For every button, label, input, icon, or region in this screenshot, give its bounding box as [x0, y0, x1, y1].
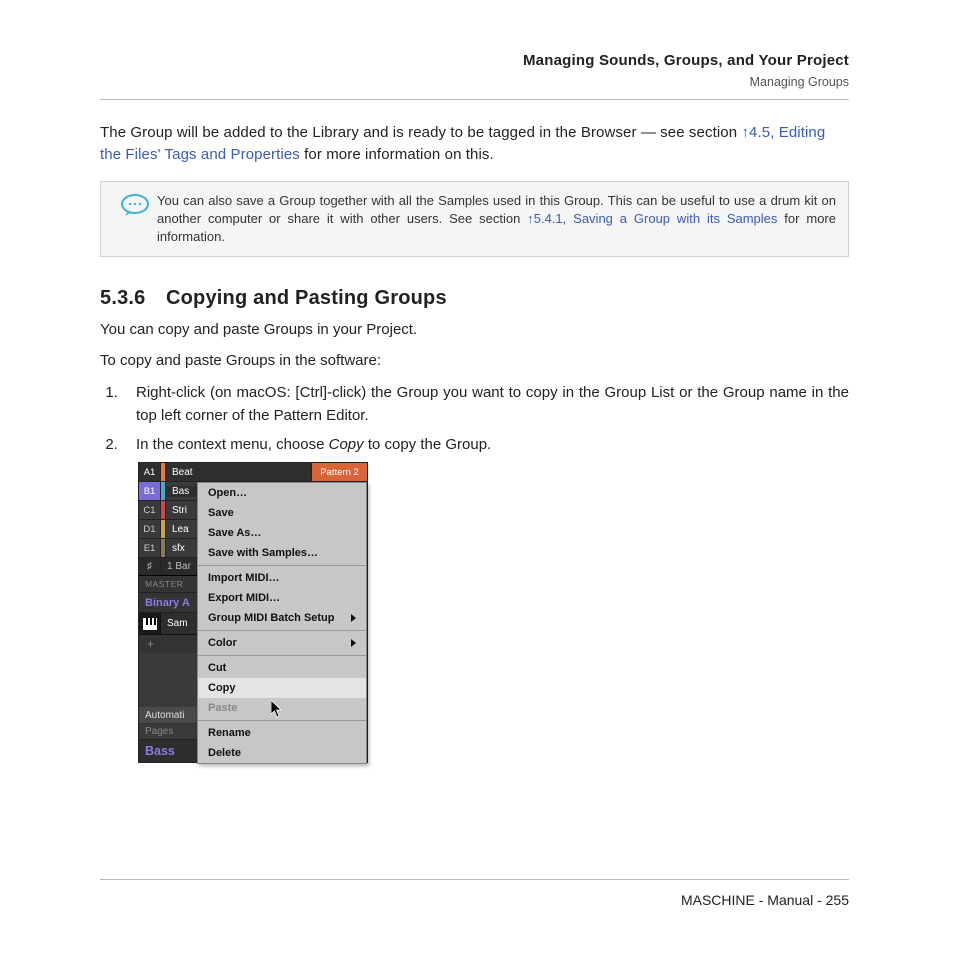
context-menu: Open…SaveSave As…Save with Samples… Impor…: [197, 482, 367, 764]
grid-icon: ♯: [139, 561, 161, 572]
section-number: 5.3.6: [100, 287, 166, 310]
section-heading: 5.3.6 Copying and Pasting Groups: [100, 287, 849, 310]
cursor-icon: [271, 700, 285, 721]
menu-item-color[interactable]: Color: [198, 633, 366, 653]
body-paragraph: To copy and paste Groups in the software…: [100, 349, 849, 372]
menu-item-copy[interactable]: Copy: [198, 678, 366, 698]
body-paragraph: You can copy and paste Groups in your Pr…: [100, 318, 849, 341]
menu-separator: [198, 630, 366, 631]
menu-item-import-midi[interactable]: Import MIDI…: [198, 568, 366, 588]
callout-text: You can also save a Group together with …: [157, 192, 836, 247]
menu-item-open[interactable]: Open…: [198, 483, 366, 503]
intro-paragraph: The Group will be added to the Library a…: [100, 122, 849, 166]
menu-item-rename[interactable]: Rename: [198, 723, 366, 743]
menu-item-save-with-samples[interactable]: Save with Samples…: [198, 543, 366, 563]
page-header: Managing Sounds, Groups, and Your Projec…: [100, 52, 849, 100]
group-row: A1 Beat Pattern 2: [139, 463, 367, 482]
link-saving-samples[interactable]: ↑5.4.1, Saving a Group with its Samples: [527, 211, 777, 226]
submenu-arrow-icon: [351, 639, 356, 647]
menu-separator: [198, 655, 366, 656]
menu-item-save-as[interactable]: Save As…: [198, 523, 366, 543]
software-screenshot: A1 Beat Pattern 2 B1 Bas C1 Stri D1 Lea …: [138, 462, 368, 763]
submenu-arrow-icon: [351, 614, 356, 622]
tip-callout: You can also save a Group together with …: [100, 181, 849, 258]
page-footer: MASCHINE - Manual - 255: [100, 879, 849, 908]
list-item: Right-click (on macOS: [Ctrl]-click) the…: [122, 381, 849, 428]
menu-item-group-midi-batch-setup[interactable]: Group MIDI Batch Setup: [198, 608, 366, 628]
piano-keys-icon: [139, 613, 161, 634]
menu-item-export-midi[interactable]: Export MIDI…: [198, 588, 366, 608]
section-subtitle: Managing Groups: [100, 75, 849, 89]
menu-separator: [198, 565, 366, 566]
menu-item-delete[interactable]: Delete: [198, 743, 366, 763]
speech-bubble-icon: [113, 192, 157, 218]
section-title: Copying and Pasting Groups: [166, 287, 447, 310]
chapter-title: Managing Sounds, Groups, and Your Projec…: [100, 52, 849, 69]
list-item: In the context menu, choose Copy to copy…: [122, 433, 849, 456]
step-list: Right-click (on macOS: [Ctrl]-click) the…: [100, 381, 849, 457]
menu-item-save[interactable]: Save: [198, 503, 366, 523]
menu-item-cut[interactable]: Cut: [198, 658, 366, 678]
